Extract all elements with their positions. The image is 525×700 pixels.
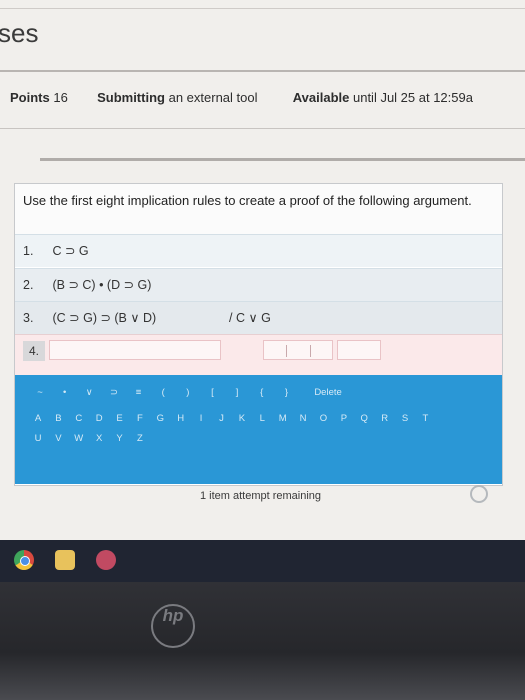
letter-key[interactable]: H bbox=[172, 409, 190, 429]
line-statement: C ⊃ G bbox=[52, 244, 89, 258]
app-icon[interactable] bbox=[96, 550, 116, 570]
letter-key-row: ABCDEFGHIJKLMNOPQRST bbox=[29, 409, 437, 429]
assignment-details: Points 16 Submitting an external tool Av… bbox=[10, 90, 525, 105]
divider bbox=[0, 128, 525, 129]
laptop-bezel: hp bbox=[0, 582, 525, 700]
statement-input[interactable] bbox=[49, 340, 221, 360]
new-proof-line: 4. bbox=[15, 334, 502, 375]
symbol-keyboard: ~ • ∨ ⊃ ≡ ( ) [ ] { } Delete ABCDEFGHIJK… bbox=[15, 375, 502, 484]
line-number: 1. bbox=[23, 244, 34, 258]
letter-key[interactable]: E bbox=[111, 409, 129, 429]
letter-key[interactable]: T bbox=[416, 409, 434, 429]
key-wedge[interactable]: ∨ bbox=[78, 383, 100, 403]
letter-key-row: UVWXYZ bbox=[29, 429, 151, 449]
letter-key[interactable]: Z bbox=[131, 429, 149, 449]
letter-key[interactable]: R bbox=[376, 409, 394, 429]
letter-key[interactable]: X bbox=[90, 429, 108, 449]
key-close-brace[interactable]: } bbox=[275, 383, 297, 403]
letter-key[interactable]: G bbox=[151, 409, 169, 429]
key-horseshoe[interactable]: ⊃ bbox=[103, 383, 125, 403]
points-label: Points bbox=[10, 90, 50, 105]
letter-key[interactable]: N bbox=[294, 409, 312, 429]
proof-line: 2. (B ⊃ C) • (D ⊃ G) bbox=[15, 268, 502, 301]
line-statement: (C ⊃ G) ⊃ (B ∨ D) bbox=[52, 311, 157, 325]
conclusion-label: / C ∨ G bbox=[229, 311, 271, 325]
submitting-value: an external tool bbox=[168, 90, 258, 105]
hp-logo: hp bbox=[151, 604, 195, 648]
symbol-key-row: ~ • ∨ ⊃ ≡ ( ) [ ] { } Delete bbox=[29, 383, 348, 403]
letter-key[interactable]: L bbox=[253, 409, 271, 429]
question-prompt: Use the first eight implication rules to… bbox=[15, 184, 502, 234]
available-value: until Jul 25 at 12:59a bbox=[352, 90, 473, 105]
letter-key[interactable]: U bbox=[29, 429, 47, 449]
key-triple-bar[interactable]: ≡ bbox=[128, 383, 150, 403]
letter-key[interactable]: S bbox=[396, 409, 414, 429]
key-open-bracket[interactable]: [ bbox=[201, 383, 223, 403]
key-tilde[interactable]: ~ bbox=[29, 383, 51, 403]
letter-key[interactable]: M bbox=[274, 409, 292, 429]
justification-input[interactable] bbox=[263, 340, 333, 360]
letter-key[interactable]: O bbox=[314, 409, 332, 429]
letter-key[interactable]: V bbox=[49, 429, 67, 449]
letter-key[interactable]: J bbox=[213, 409, 231, 429]
chrome-icon[interactable] bbox=[14, 550, 34, 570]
key-open-paren[interactable]: ( bbox=[152, 383, 174, 403]
line-number: 4. bbox=[23, 341, 45, 361]
attempts-remaining: 1 item attempt remaining bbox=[0, 490, 525, 502]
letter-key[interactable]: A bbox=[29, 409, 47, 429]
letter-key[interactable]: C bbox=[70, 409, 88, 429]
letter-key[interactable]: D bbox=[90, 409, 108, 429]
divider bbox=[0, 8, 525, 9]
page-title: ses bbox=[0, 18, 39, 48]
letter-key[interactable]: W bbox=[70, 429, 88, 449]
delete-button[interactable]: Delete bbox=[308, 383, 348, 403]
letter-key[interactable]: P bbox=[335, 409, 353, 429]
line-number: 2. bbox=[23, 278, 34, 292]
line-number: 3. bbox=[23, 311, 34, 325]
key-open-brace[interactable]: { bbox=[251, 383, 273, 403]
browser-page: ses Points 16 Submitting an external too… bbox=[0, 0, 525, 540]
divider bbox=[0, 70, 525, 72]
line-reference-input[interactable] bbox=[337, 340, 381, 360]
proof-tool-panel: Use the first eight implication rules to… bbox=[14, 183, 503, 486]
divider bbox=[286, 345, 287, 357]
letter-key[interactable]: Y bbox=[111, 429, 129, 449]
submitting-label: Submitting bbox=[97, 90, 165, 105]
key-close-bracket[interactable]: ] bbox=[226, 383, 248, 403]
key-close-paren[interactable]: ) bbox=[177, 383, 199, 403]
line-statement: (B ⊃ C) • (D ⊃ G) bbox=[52, 278, 152, 292]
letter-key[interactable]: I bbox=[192, 409, 210, 429]
letter-key[interactable]: F bbox=[131, 409, 149, 429]
letter-key[interactable]: B bbox=[49, 409, 67, 429]
divider bbox=[40, 158, 525, 161]
attempts-text: 1 item attempt remaining bbox=[199, 490, 322, 502]
proof-line: 1. C ⊃ G bbox=[15, 234, 502, 267]
proof-line: 3. (C ⊃ G) ⊃ (B ∨ D) / C ∨ G bbox=[15, 301, 502, 334]
available-label: Available bbox=[292, 90, 350, 105]
letter-key[interactable]: Q bbox=[355, 409, 373, 429]
folder-icon[interactable] bbox=[55, 550, 75, 570]
divider bbox=[310, 345, 311, 357]
status-circle-icon bbox=[470, 485, 488, 503]
letter-key[interactable]: K bbox=[233, 409, 251, 429]
taskbar bbox=[0, 540, 525, 582]
key-dot[interactable]: • bbox=[54, 383, 76, 403]
points-value: 16 bbox=[53, 90, 68, 105]
